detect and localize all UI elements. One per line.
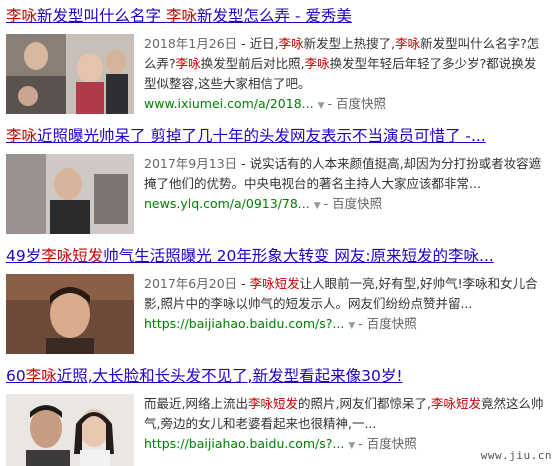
keyword-highlight: 李咏 — [395, 36, 421, 51]
result-thumbnail[interactable] — [6, 34, 134, 114]
search-result: 49岁李咏短发帅气生活照曝光 20年形象大转变 网友:原来短发的李咏... 20… — [6, 246, 554, 358]
result-title-link[interactable]: 49岁李咏短发帅气生活照曝光 20年形象大转变 网友:原来短发的李咏... — [6, 246, 554, 266]
result-title-link[interactable]: 60李咏近照,大长脸和长头发不见了,新发型看起来像30岁! — [6, 366, 554, 386]
keyword-highlight: 李咏 — [25, 367, 57, 385]
text-segment: 的照片,网友们都惊呆了, — [298, 396, 431, 411]
dropdown-arrow-icon[interactable]: ▼ — [348, 321, 355, 331]
result-snippet: 而最近,网络上流出李咏短发的照片,网友们都惊呆了,李咏短发竟然这么帅气,旁边的女… — [144, 396, 544, 451]
keyword-highlight: 李咏 — [6, 7, 38, 25]
keyword-highlight: 李咏短发 — [247, 396, 298, 411]
result-date: 2018年1月26日 — [144, 36, 238, 51]
text-segment: 新发型叫什么名字 — [37, 7, 166, 25]
search-result: 60李咏近照,大长脸和长头发不见了,新发型看起来像30岁! 而最近,网络上流出李… — [6, 366, 554, 466]
result-thumbnail[interactable] — [6, 154, 134, 234]
text-segment: 近照曝光帅呆了 剪掉了几十年的头发网友表示不当演员可惜了 -... — [37, 127, 486, 145]
result-url[interactable]: www.ixiumei.com/a/2018... — [144, 96, 314, 111]
result-date: 2017年6月20日 — [144, 276, 238, 291]
text-segment: 帅气生活照曝光 20年形象大转变 网友:原来短发的李咏... — [103, 247, 494, 265]
keyword-highlight: 李咏 — [304, 56, 330, 71]
text-segment: 60 — [6, 367, 26, 385]
text-segment: - 近日, — [237, 36, 279, 51]
text-segment: 近照,大长脸和长头发不见了,新发型看起来像30岁! — [56, 367, 403, 385]
snapshot-link[interactable]: 百度快照 — [336, 96, 386, 111]
result-snippet: 2018年1月26日 - 近日,李咏新发型上热搜了,李咏新发型叫什么名字?怎么弄… — [144, 36, 540, 111]
keyword-highlight: 李咏短发 — [249, 276, 300, 291]
result-date: 2017年9月13日 — [144, 156, 238, 171]
keyword-highlight: 李咏 — [165, 7, 197, 25]
snapshot-link[interactable]: 百度快照 — [332, 196, 382, 211]
text-segment: 换发型前后对比照, — [200, 56, 305, 71]
result-url[interactable]: https://baijiahao.baidu.com/s?... — [144, 316, 344, 331]
keyword-highlight: 李咏 — [278, 36, 304, 51]
result-thumbnail[interactable] — [6, 394, 134, 466]
search-result: 李咏近照曝光帅呆了 剪掉了几十年的头发网友表示不当演员可惜了 -... 2017… — [6, 126, 554, 238]
keyword-highlight: 李咏 — [6, 127, 38, 145]
snippet-text: 而最近,网络上流出李咏短发的照片,网友们都惊呆了,李咏短发竟然这么帅气,旁边的女… — [144, 396, 543, 431]
keyword-highlight: 李咏短发 — [430, 396, 481, 411]
keyword-highlight: 李咏短发 — [41, 247, 104, 265]
dropdown-arrow-icon[interactable]: ▼ — [314, 201, 321, 211]
result-url[interactable]: news.ylq.com/a/0913/78... — [144, 196, 310, 211]
result-url[interactable]: https://baijiahao.baidu.com/s?... — [144, 436, 344, 451]
dropdown-arrow-icon[interactable]: ▼ — [348, 441, 355, 451]
text-segment: 新发型上热搜了, — [303, 36, 396, 51]
result-title-link[interactable]: 李咏新发型叫什么名字 李咏新发型怎么弄 - 爱秀美 — [6, 6, 554, 26]
text-segment: 而最近,网络上流出 — [144, 396, 248, 411]
result-thumbnail[interactable] — [6, 274, 134, 354]
result-snippet: 2017年9月13日 - 说实话有的人本来颜值挺高,却因为分打扮或者妆容遮掩了他… — [144, 156, 542, 211]
result-snippet: 2017年6月20日 - 李咏短发让人眼前一亮,好有型,好帅气!李咏和女儿合影,… — [144, 276, 538, 331]
snapshot-link[interactable]: 百度快照 — [367, 436, 417, 451]
snapshot-link[interactable]: 百度快照 — [367, 316, 417, 331]
watermark: www.jiu.cn — [480, 449, 552, 462]
search-result: 李咏新发型叫什么名字 李咏新发型怎么弄 - 爱秀美 2018年1月26日 - 近… — [6, 6, 554, 118]
keyword-highlight: 李咏 — [175, 56, 201, 71]
dropdown-arrow-icon[interactable]: ▼ — [318, 101, 325, 111]
result-title-link[interactable]: 李咏近照曝光帅呆了 剪掉了几十年的头发网友表示不当演员可惜了 -... — [6, 126, 554, 146]
text-segment: 49岁 — [6, 247, 42, 265]
text-segment: 新发型怎么弄 - 爱秀美 — [196, 7, 352, 25]
text-segment: - — [237, 276, 250, 291]
